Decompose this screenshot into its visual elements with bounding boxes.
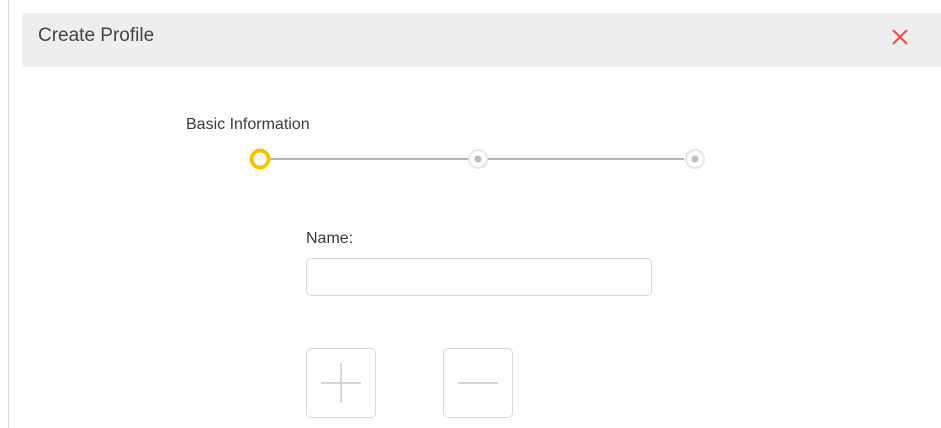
dialog-left-border [8,0,9,428]
name-input[interactable] [306,258,652,296]
minus-icon [458,382,498,384]
add-button[interactable] [306,348,376,418]
step-3-dot [691,155,699,163]
current-step-label: Basic Information [186,116,310,133]
close-button[interactable] [885,22,915,52]
step-1-active-dot [249,148,271,170]
progress-stepper [249,148,705,170]
name-label: Name: [306,230,354,247]
dialog-header: Create Profile [22,13,941,67]
create-profile-dialog: Create Profile Basic Information Name: [0,0,941,428]
close-icon [892,29,908,45]
remove-button[interactable] [443,348,513,418]
dialog-title: Create Profile [38,25,155,46]
step-2-dot [474,155,482,163]
plus-icon [321,363,361,403]
